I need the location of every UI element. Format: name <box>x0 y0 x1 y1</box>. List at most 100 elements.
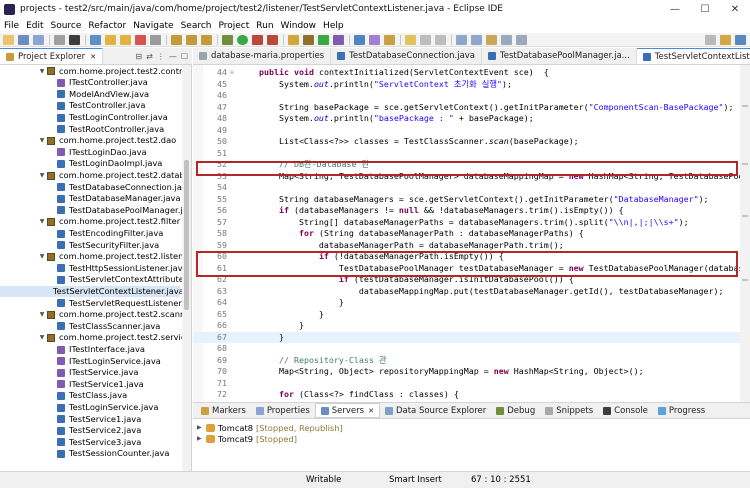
external-tools-icon[interactable] <box>267 34 278 45</box>
code-line[interactable]: 65 } <box>193 309 750 321</box>
file-node[interactable]: ITestService.java <box>0 367 138 379</box>
maximize-button[interactable]: ☐ <box>690 0 720 18</box>
menu-help[interactable]: Help <box>323 21 344 31</box>
open-type-icon[interactable] <box>354 34 365 45</box>
menu-navigate[interactable]: Navigate <box>133 21 173 31</box>
editor-scrollbar[interactable] <box>740 65 750 402</box>
resume-icon[interactable] <box>105 34 116 45</box>
last-edit-location-icon[interactable] <box>486 34 497 45</box>
menu-window[interactable]: Window <box>281 21 317 31</box>
package-node[interactable]: ▼ com.home.project.test2.listener <box>0 251 191 263</box>
search-icon[interactable] <box>384 34 395 45</box>
run-icon[interactable] <box>237 34 248 45</box>
file-node[interactable]: TestSecurityFilter.java <box>0 240 159 252</box>
minimize-button[interactable]: — <box>660 0 690 18</box>
file-node[interactable]: TestServletRequestListener.java <box>0 298 191 310</box>
expand-icon[interactable]: ▼ <box>38 332 46 344</box>
tab-test-servlet-context-listener[interactable]: TestServletContextListener.... <box>636 48 750 64</box>
expand-icon[interactable]: ▼ <box>38 135 46 147</box>
server-row-tomcat8[interactable]: ▶ Tomcat8 [Stopped, Republish] <box>197 422 343 433</box>
new-icon[interactable] <box>3 34 14 45</box>
file-node[interactable]: TestLoginDaoImpl.java <box>0 158 162 170</box>
code-line[interactable]: 64 } <box>193 297 750 309</box>
package-node[interactable]: ▼ com.home.project.test2.controller <box>0 66 191 78</box>
code-line[interactable]: 56 if (databaseManagers != null && !data… <box>193 205 750 217</box>
file-node[interactable]: TestHttpSessionListener.java <box>0 263 188 275</box>
file-node[interactable]: TestLoginController.java <box>0 112 168 124</box>
expand-icon[interactable]: ▶ <box>197 435 205 442</box>
view-menu-icon[interactable]: ⋮ <box>157 52 165 61</box>
expand-icon[interactable]: ▼ <box>38 170 46 182</box>
file-node[interactable]: TestSessionCounter.java <box>0 448 169 460</box>
file-node[interactable]: TestClass.java <box>0 390 127 402</box>
step-return-icon[interactable] <box>201 34 212 45</box>
menu-source[interactable]: Source <box>51 21 82 31</box>
save-all-icon[interactable] <box>33 34 44 45</box>
code-line[interactable]: 63 databaseMappingMap.put(testDatabaseMa… <box>193 286 750 298</box>
toggle-mark-occurrences-icon[interactable] <box>405 34 416 45</box>
file-node[interactable]: TestDatabaseManager.java <box>0 193 181 205</box>
code-line[interactable]: 47 String basePackage = sce.getServletCo… <box>193 102 750 114</box>
skip-breakpoints-icon[interactable] <box>90 34 101 45</box>
tab-debug[interactable]: Debug <box>491 403 540 418</box>
show-whitespace-icon[interactable] <box>435 34 446 45</box>
file-node[interactable]: ITestService1.java <box>0 379 144 391</box>
menu-file[interactable]: File <box>4 21 19 31</box>
tab-console[interactable]: Console <box>598 403 653 418</box>
previous-annotation-icon[interactable] <box>471 34 482 45</box>
open-task-icon[interactable] <box>369 34 380 45</box>
code-line[interactable]: 58 for (String databaseManagerPath : dat… <box>193 228 750 240</box>
code-line[interactable]: 50 List<Class<?>> classes = TestClassSca… <box>193 136 750 148</box>
expand-icon[interactable]: ▼ <box>38 216 46 228</box>
file-node[interactable]: TestDatabaseConnection.java <box>0 182 191 194</box>
save-icon[interactable] <box>18 34 29 45</box>
expand-icon[interactable]: ▶ <box>197 424 205 431</box>
code-line[interactable]: 69 // Repository-Class 관 <box>193 355 750 367</box>
new-package-icon[interactable] <box>303 34 314 45</box>
code-line[interactable]: 59 databaseManagerPath = databaseManager… <box>193 240 750 252</box>
tab-data-source-explorer[interactable]: Data Source Explorer <box>380 403 491 418</box>
terminal-icon[interactable] <box>69 34 80 45</box>
file-node[interactable]: TestService3.java <box>0 437 141 449</box>
close-button[interactable]: ✕ <box>720 0 750 18</box>
code-line[interactable]: 68 <box>193 343 750 355</box>
perspective-open-icon[interactable] <box>705 34 716 45</box>
disconnect-icon[interactable] <box>150 34 161 45</box>
tab-servers[interactable]: Servers ✕ <box>314 403 380 418</box>
file-node[interactable]: TestClassScanner.java <box>0 321 160 333</box>
server-row-tomcat9[interactable]: ▶ Tomcat9 [Stopped] <box>197 433 297 444</box>
tab-database-maria-properties[interactable]: database-maria.properties <box>193 48 332 64</box>
file-node[interactable]: TestService2.java <box>0 425 141 437</box>
code-line[interactable]: 44 ⊖ public void contextInitialized(Servl… <box>193 67 750 79</box>
tab-test-database-connection[interactable]: TestDatabaseConnection.java <box>331 48 483 64</box>
step-into-icon[interactable] <box>171 34 182 45</box>
back-icon[interactable] <box>501 34 512 45</box>
file-node[interactable]: ModelAndView.java <box>0 89 149 101</box>
tab-project-explorer[interactable]: Project Explorer ✕ <box>0 48 104 64</box>
expand-icon[interactable]: ▼ <box>38 66 46 78</box>
link-with-editor-icon[interactable]: ⇄ <box>146 52 153 61</box>
package-node[interactable]: ▼ com.home.project.test2.service <box>0 332 191 344</box>
toggle-block-selection-icon[interactable] <box>420 34 431 45</box>
package-node[interactable]: ▼ com.home.project.test2.scanner <box>0 309 191 321</box>
maximize-view-icon[interactable]: ☐ <box>181 52 188 61</box>
menu-search[interactable]: Search <box>181 21 212 31</box>
code-line[interactable]: 46 <box>193 90 750 102</box>
code-editor[interactable]: 44 ⊖ public void contextInitialized(Servl… <box>193 65 750 402</box>
expand-icon[interactable]: ▼ <box>38 251 46 263</box>
build-icon[interactable] <box>54 34 65 45</box>
file-node[interactable]: ITestLoginDao.java <box>0 147 147 159</box>
file-node[interactable]: TestDatabasePoolManager.java <box>0 205 191 217</box>
step-over-icon[interactable] <box>186 34 197 45</box>
next-annotation-icon[interactable] <box>456 34 467 45</box>
stop-icon[interactable] <box>135 34 146 45</box>
java-ee-perspective-icon[interactable] <box>720 34 731 45</box>
code-line[interactable]: 51 <box>193 148 750 160</box>
tab-test-database-pool-manager[interactable]: TestDatabasePoolManager.ja... <box>482 48 637 64</box>
menu-refactor[interactable]: Refactor <box>88 21 126 31</box>
file-node[interactable]: TestRootController.java <box>0 124 164 136</box>
tab-snippets[interactable]: Snippets <box>540 403 598 418</box>
collapse-all-icon[interactable]: ⊟ <box>135 52 142 61</box>
file-node[interactable]: TestEncodingFilter.java <box>0 228 163 240</box>
fold-icon[interactable]: ⊖ <box>228 67 236 79</box>
